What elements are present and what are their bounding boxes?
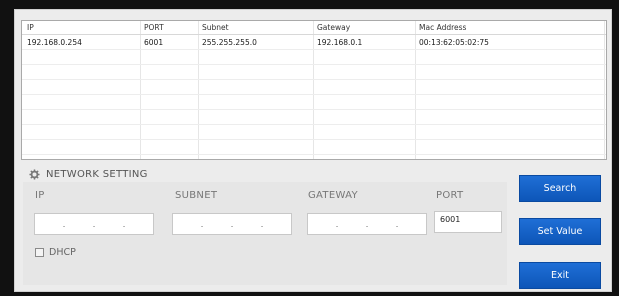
section-title-text: NETWORK SETTING bbox=[46, 169, 148, 180]
empty-table-row bbox=[22, 81, 606, 95]
empty-table-row bbox=[22, 66, 606, 80]
empty-table-row bbox=[22, 111, 606, 125]
subnet-input[interactable]: ... bbox=[172, 213, 292, 235]
port-input[interactable]: 6001 bbox=[434, 211, 502, 233]
empty-table-row bbox=[22, 141, 606, 155]
cell-subnet: 255.255.255.0 bbox=[202, 38, 257, 47]
port-value: 6001 bbox=[440, 215, 461, 224]
device-table[interactable]: IP PORT Subnet Gateway Mac Address 192.1… bbox=[21, 20, 607, 160]
column-header-gateway[interactable]: Gateway bbox=[317, 21, 350, 35]
search-button[interactable]: Search bbox=[519, 175, 601, 202]
dhcp-option[interactable]: DHCP bbox=[35, 247, 76, 258]
gear-icon bbox=[29, 169, 40, 180]
column-header-ip[interactable]: IP bbox=[27, 21, 34, 35]
cell-mac-address: 00:13:62:05:02:75 bbox=[419, 38, 489, 47]
cell-ip: 192.168.0.254 bbox=[27, 38, 82, 47]
column-header-subnet[interactable]: Subnet bbox=[202, 21, 229, 35]
table-header-row: IP PORT Subnet Gateway Mac Address bbox=[22, 21, 606, 35]
set-value-button[interactable]: Set Value bbox=[519, 218, 601, 245]
network-config-window: IP PORT Subnet Gateway Mac Address 192.1… bbox=[14, 9, 612, 292]
dhcp-checkbox[interactable] bbox=[35, 248, 44, 257]
table-row[interactable]: 192.168.0.254 6001 255.255.255.0 192.168… bbox=[22, 36, 606, 50]
empty-table-row bbox=[22, 51, 606, 65]
port-label: PORT bbox=[436, 190, 464, 201]
ip-address-input[interactable]: ... bbox=[34, 213, 154, 235]
exit-button[interactable]: Exit bbox=[519, 262, 601, 289]
column-header-mac-address[interactable]: Mac Address bbox=[419, 21, 466, 35]
empty-table-row bbox=[22, 126, 606, 140]
empty-table-row bbox=[22, 96, 606, 110]
ip-label: IP bbox=[35, 190, 45, 201]
network-setting-heading: NETWORK SETTING bbox=[29, 169, 148, 180]
gateway-label: GATEWAY bbox=[308, 190, 358, 201]
column-header-port[interactable]: PORT bbox=[144, 21, 164, 35]
dhcp-label: DHCP bbox=[49, 247, 76, 258]
subnet-label: SUBNET bbox=[175, 190, 218, 201]
gateway-input[interactable]: ... bbox=[307, 213, 427, 235]
cell-gateway: 192.168.0.1 bbox=[317, 38, 363, 47]
cell-port: 6001 bbox=[144, 38, 164, 47]
